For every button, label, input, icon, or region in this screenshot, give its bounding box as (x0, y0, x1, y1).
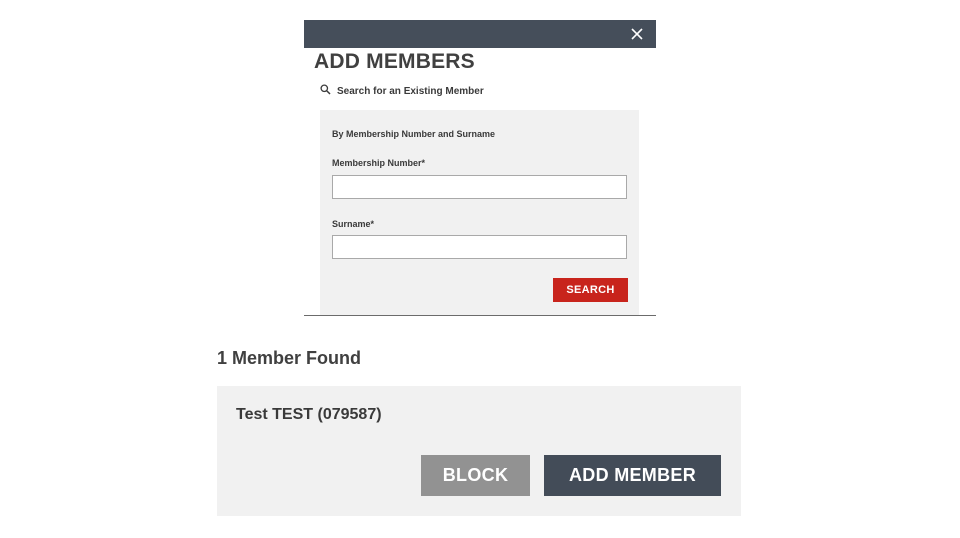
membership-number-input[interactable] (332, 175, 627, 199)
search-existing-member-link[interactable]: Search for an Existing Member (320, 84, 484, 98)
add-member-button[interactable]: ADD MEMBER (544, 455, 721, 496)
panel-subtitle: By Membership Number and Surname (332, 129, 496, 139)
search-button[interactable]: SEARCH (553, 278, 628, 302)
membership-number-label: Membership Number* (332, 158, 426, 168)
surname-label: Surname* (332, 219, 375, 229)
block-button[interactable]: BLOCK (421, 455, 530, 496)
modal-header (304, 20, 656, 48)
search-existing-member-label: Search for an Existing Member (337, 85, 484, 97)
search-panel: By Membership Number and Surname Members… (320, 110, 639, 315)
results-heading: 1 Member Found (217, 348, 362, 368)
page: ADD MEMBERS Search for an Existing Membe… (0, 0, 960, 538)
search-icon (320, 84, 331, 98)
member-result-card: Test TEST (079587) BLOCK ADD MEMBER (217, 386, 741, 516)
close-icon[interactable] (628, 25, 646, 43)
add-members-modal: ADD MEMBERS Search for an Existing Membe… (304, 20, 656, 316)
modal-title: ADD MEMBERS (314, 50, 475, 73)
surname-input[interactable] (332, 235, 627, 259)
member-name: Test TEST (079587) (236, 406, 382, 423)
